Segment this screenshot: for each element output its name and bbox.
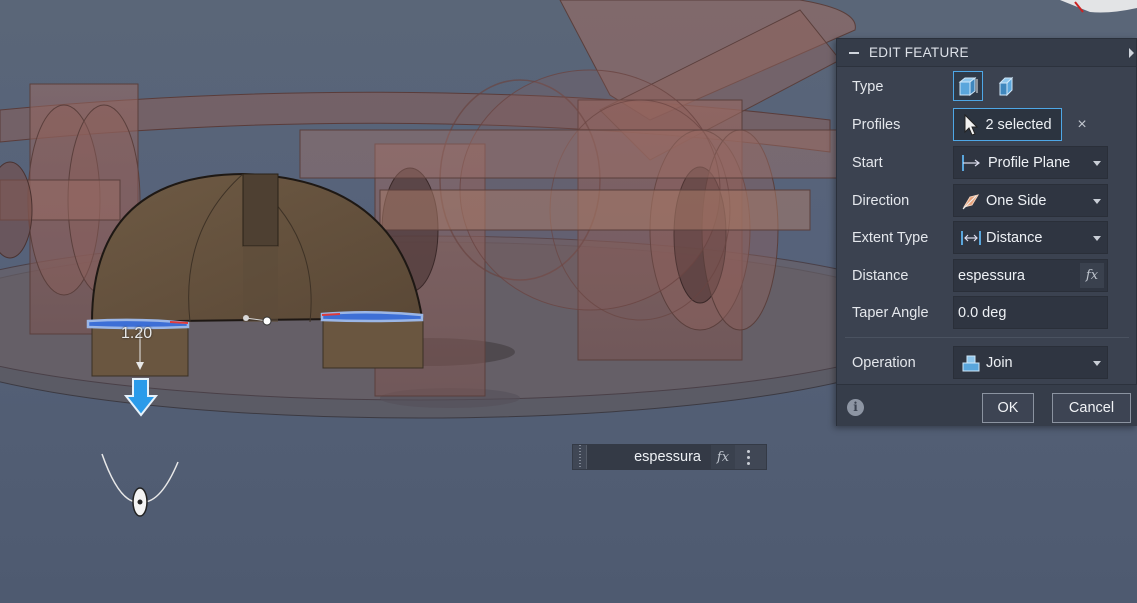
extent-type-dropdown[interactable]: Distance: [953, 221, 1108, 254]
join-icon: [962, 355, 980, 371]
ok-button[interactable]: OK: [982, 393, 1034, 423]
edit-feature-panel: EDIT FEATURE Type Profiles 2 selected ×: [836, 38, 1137, 426]
profiles-selector[interactable]: 2 selected: [953, 108, 1062, 141]
expand-arrow-icon[interactable]: [1129, 48, 1134, 58]
floating-fx-button[interactable]: fx: [711, 445, 735, 469]
extrude-solid-icon: [958, 76, 978, 97]
floating-distance-input[interactable]: espessura fx: [572, 444, 767, 470]
distance-value: espessura: [958, 267, 1025, 284]
profiles-row: Profiles 2 selected ×: [837, 108, 1137, 142]
direction-row: Direction One Side: [837, 184, 1137, 218]
extrude-surface-icon: [998, 76, 1014, 97]
profile-plane-icon: [962, 154, 980, 171]
collapse-icon[interactable]: [849, 51, 859, 54]
taper-angle-value: 0.0 deg: [958, 304, 1007, 321]
dimension-label[interactable]: 1.20: [121, 325, 152, 343]
start-value: Profile Plane: [988, 154, 1071, 171]
cursor-arrow-icon: [964, 113, 979, 136]
start-dropdown[interactable]: Profile Plane: [953, 146, 1108, 179]
type-label: Type: [852, 79, 884, 95]
one-side-direction-icon: [962, 193, 980, 209]
extent-type-value: Distance: [986, 229, 1043, 246]
distance-icon: [961, 230, 981, 245]
chevron-down-icon: [1093, 236, 1101, 241]
panel-titlebar: EDIT FEATURE: [837, 39, 1136, 67]
profiles-label: Profiles: [852, 117, 901, 133]
type-row: Type: [837, 70, 1137, 104]
divider: [845, 337, 1129, 338]
panel-title: EDIT FEATURE: [869, 45, 969, 60]
floating-distance-value[interactable]: espessura: [587, 445, 711, 469]
start-row: Start Profile Plane: [837, 146, 1137, 180]
direction-value: One Side: [986, 192, 1047, 209]
taper-angle-row: Taper Angle 0.0 deg: [837, 296, 1137, 330]
clear-selection-icon[interactable]: ×: [1075, 117, 1089, 133]
chevron-down-icon: [1093, 199, 1101, 204]
distance-input[interactable]: espessura fx: [953, 259, 1108, 292]
taper-angle-label: Taper Angle: [852, 305, 929, 321]
operation-row: Operation Join: [837, 346, 1137, 380]
distance-label: Distance: [852, 268, 909, 284]
operation-label: Operation: [852, 355, 916, 371]
extent-type-label: Extent Type: [852, 230, 929, 246]
info-icon[interactable]: i: [847, 399, 864, 416]
operation-value: Join: [986, 354, 1013, 371]
chevron-down-icon: [1093, 361, 1101, 366]
panel-footer: i OK Cancel: [837, 384, 1137, 426]
direction-dropdown[interactable]: One Side: [953, 184, 1108, 217]
extrude-surface-button[interactable]: [991, 71, 1021, 101]
drag-grip-icon[interactable]: [573, 445, 587, 469]
operation-dropdown[interactable]: Join: [953, 346, 1108, 379]
more-options-icon[interactable]: [735, 449, 761, 465]
chevron-down-icon: [1093, 161, 1101, 166]
profiles-value: 2 selected: [985, 116, 1052, 133]
direction-label: Direction: [852, 193, 910, 209]
distance-row: Distance espessura fx: [837, 259, 1137, 293]
distance-fx-button[interactable]: fx: [1080, 263, 1104, 288]
extrude-solid-button[interactable]: [953, 71, 983, 101]
taper-angle-input[interactable]: 0.0 deg: [953, 296, 1108, 329]
extent-type-row: Extent Type Distance: [837, 221, 1137, 255]
cancel-button[interactable]: Cancel: [1052, 393, 1131, 423]
start-label: Start: [852, 155, 883, 171]
